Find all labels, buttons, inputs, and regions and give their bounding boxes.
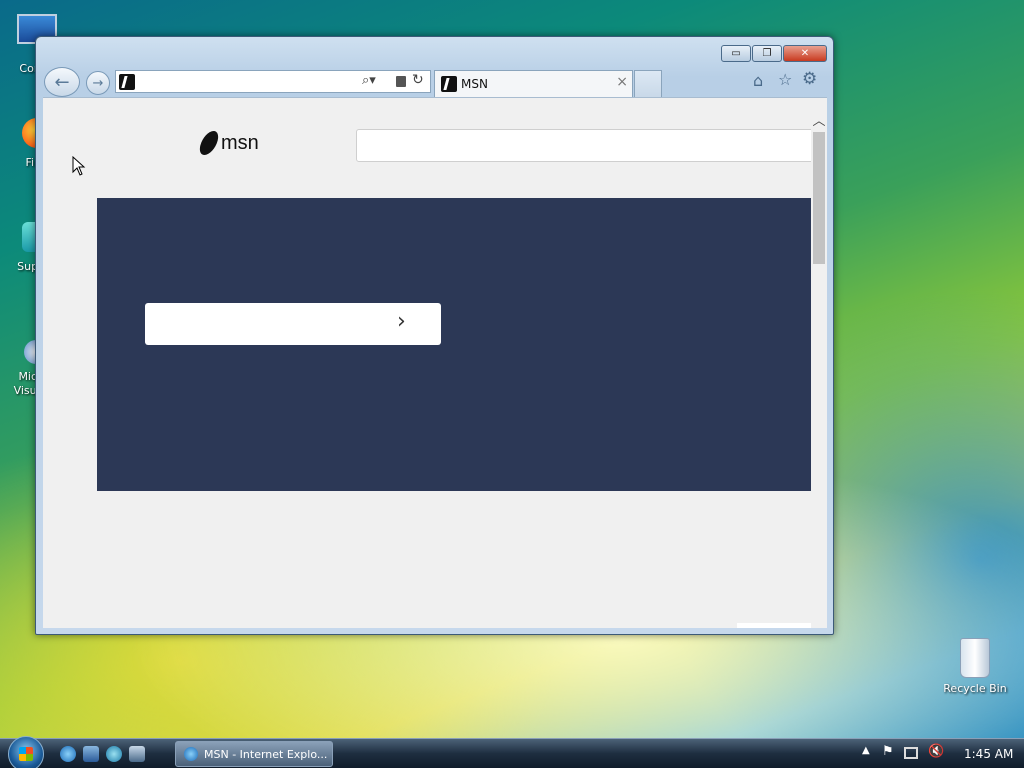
refresh-icon[interactable]: ↻ [412,72,424,88]
home-icon[interactable]: ⌂ [753,71,763,90]
caption-buttons: ▭ ❐ ✕ [721,45,827,62]
lock-icon[interactable] [396,76,406,87]
tab-msn[interactable]: MSN × [434,70,633,98]
msn-logo-text: msn [221,131,259,154]
taskbar-item-label: MSN - Internet Explo... [204,747,328,761]
network-icon[interactable] [904,747,918,759]
settings-gear-icon[interactable]: ⚙ [802,69,817,89]
forward-button[interactable]: → [86,71,110,95]
msn-butterfly-icon [197,131,221,155]
recycle-bin-icon [960,638,990,678]
vertical-scrollbar[interactable]: ︿ ﹀ [811,98,827,628]
system-tray: ▲ ⚑ 🔇 1:45 AM [854,739,1024,768]
hero-card-button[interactable]: › [145,303,441,345]
back-button[interactable]: ← [44,67,80,97]
address-bar[interactable]: ⌕▾ ↻ [115,70,431,93]
back-arrow-icon: ← [54,71,70,93]
internet-explorer-icon[interactable] [60,746,76,762]
address-search-icon[interactable]: ⌕▾ [362,73,376,88]
taskbar: MSN - Internet Explo... ▲ ⚑ 🔇 1:45 AM [0,736,1024,768]
hero-banner: › [97,198,811,491]
switch-windows-icon[interactable] [129,746,145,762]
page-content: msn › ︿ ﹀ [43,97,827,628]
taskbar-item-msn[interactable]: MSN - Internet Explo... [175,741,333,767]
navigation-bar: ← → ⌕▾ ↻ MSN × ⌂ ☆ ⚙ [44,67,827,98]
browser-window: ▭ ❐ ✕ ← → ⌕▾ ↻ MSN × ⌂ ☆ ⚙ msn › ︿ [35,36,834,635]
volume-muted-icon[interactable]: 🔇 [928,744,944,759]
close-button[interactable]: ✕ [783,45,827,62]
minimize-button[interactable]: ▭ [721,45,751,62]
bottom-strip [737,623,811,628]
tab-close-icon[interactable]: × [616,74,628,90]
maximize-button[interactable]: ❐ [752,45,782,62]
clock[interactable]: 1:45 AM [964,747,1013,761]
msn-logo[interactable]: msn [197,131,259,155]
desktop-icon-label: Recycle Bin [943,682,1007,695]
new-tab-button[interactable] [634,70,662,98]
search-input[interactable] [356,129,816,162]
windows-logo-icon [19,747,33,761]
show-desktop-icon[interactable] [83,746,99,762]
mouse-cursor-icon [72,156,86,176]
internet-explorer-icon [184,747,198,761]
start-button[interactable] [8,736,44,768]
chevron-right-icon: › [397,309,406,334]
forward-arrow-icon: → [92,75,104,91]
media-player-icon[interactable] [106,746,122,762]
tab-title: MSN [461,77,488,91]
msn-favicon-icon [441,76,457,92]
msn-favicon-icon [119,74,135,90]
favorites-star-icon[interactable]: ☆ [778,70,792,89]
action-center-flag-icon[interactable]: ⚑ [882,744,894,759]
desktop-icon-recycle-bin[interactable]: Recycle Bin [940,638,1010,695]
scroll-up-icon[interactable]: ︿ [811,110,827,129]
scroll-thumb[interactable] [813,132,825,264]
show-hidden-icons-icon[interactable]: ▲ [862,745,870,756]
